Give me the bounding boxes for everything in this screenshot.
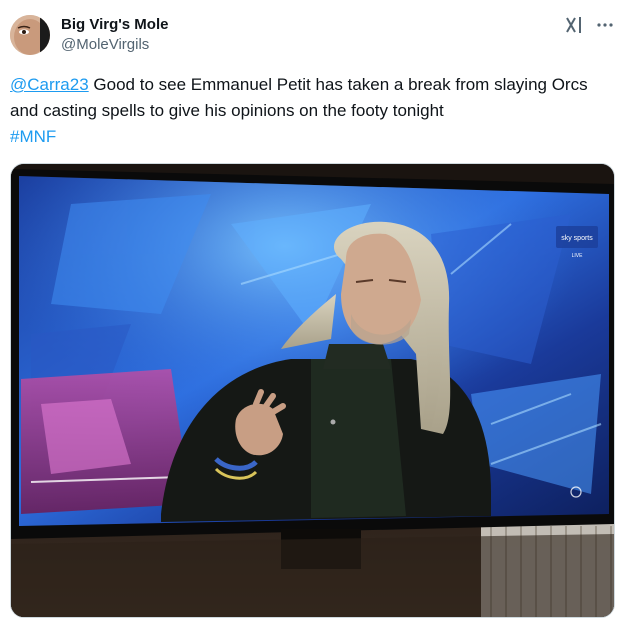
handle[interactable]: @MoleVirgils [61,35,168,55]
broadcast-logo-text: sky sports [561,235,593,242]
display-name[interactable]: Big Virg's Mole [61,15,168,35]
broadcast-live-text: LIVE [572,253,584,259]
tweet-body: @Carra23 Good to see Emmanuel Petit has … [10,72,620,150]
tweet-text: Good to see Emmanuel Petit has taken a b… [10,75,588,120]
author-info: Big Virg's Mole @MoleVirgils [61,15,168,55]
mention-link[interactable]: @Carra23 [10,75,89,94]
grok-icon[interactable] [564,15,584,35]
tweet-card: Big Virg's Mole @MoleVirgils @Carra23 Go… [0,0,634,630]
top-actions [564,15,614,35]
more-options-icon[interactable] [596,16,614,34]
tv-photo: sky sports LIVE [11,164,614,617]
avatar[interactable] [10,15,50,55]
tweet-photo[interactable]: sky sports LIVE [10,163,615,618]
hashtag-link[interactable]: #MNF [10,127,56,146]
avatar-image [10,15,50,55]
